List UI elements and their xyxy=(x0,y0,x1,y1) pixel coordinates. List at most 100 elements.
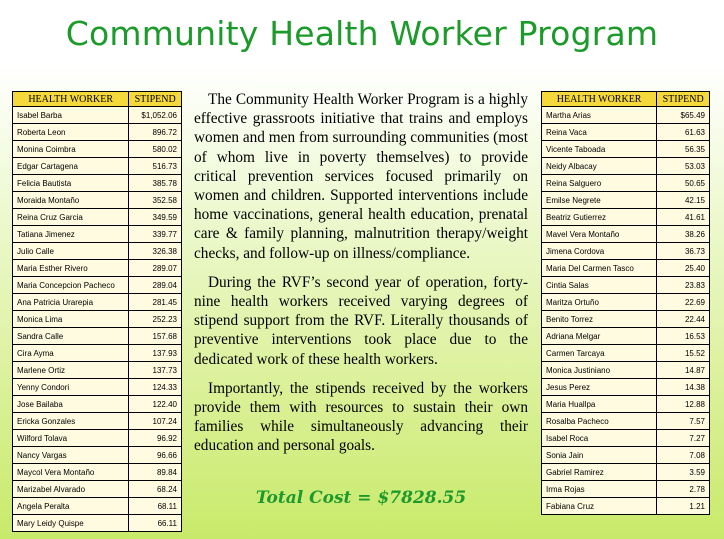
worker-stipend: 12.88 xyxy=(656,395,710,413)
worker-stipend: 137.73 xyxy=(128,361,182,379)
table-row: Moraida Montaño 352.58 xyxy=(11,191,182,209)
worker-name: Nancy Vargas xyxy=(11,446,130,464)
worker-name: Moraida Montaño xyxy=(11,191,130,209)
table-row: Jesus Perez 14.38 xyxy=(540,378,710,396)
stipend-table-right: HEALTH WORKER STIPEND Martha Arias $65.49… xyxy=(540,91,710,515)
worker-stipend: 326.38 xyxy=(128,242,182,260)
worker-name: Jimena Cordova xyxy=(540,242,658,260)
table-row: Angela Peralta 68.11 xyxy=(11,497,182,515)
table-row: Monica Lima 252.23 xyxy=(11,310,182,328)
worker-stipend: 14.87 xyxy=(656,361,710,379)
table-row: Sandra Calle 157.68 xyxy=(11,327,182,345)
worker-stipend: 157.68 xyxy=(128,327,182,345)
worker-name: Beatriz Gutierrez xyxy=(540,208,658,226)
table-row: Beatriz Gutierrez 41.61 xyxy=(540,208,710,226)
worker-stipend: 66.11 xyxy=(128,514,182,532)
worker-stipend: 289.07 xyxy=(128,259,182,277)
worker-stipend: 896.72 xyxy=(128,123,182,141)
table-row: Cira Ayma 137.93 xyxy=(11,344,182,362)
worker-name: Rosalba Pacheco xyxy=(540,412,658,430)
worker-stipend: 7.57 xyxy=(656,412,710,430)
table-row: Roberta Leon 896.72 xyxy=(11,123,182,141)
table-row: Nancy Vargas 96.66 xyxy=(11,446,182,464)
worker-stipend: 516.73 xyxy=(128,157,182,175)
table-row: Monica Justiniano 14.87 xyxy=(540,361,710,379)
worker-name: Angela Peralta xyxy=(11,497,130,515)
program-description: The Community Health Worker Program is a… xyxy=(194,90,528,466)
worker-stipend: 96.92 xyxy=(128,429,182,447)
table-row: Marizabel Alvarado 68.24 xyxy=(11,480,182,498)
column-header-stipend: STIPEND xyxy=(128,91,182,107)
worker-name: Marlene Ortiz xyxy=(11,361,130,379)
table-row: Marlene Ortiz 137.73 xyxy=(11,361,182,379)
worker-stipend: 124.33 xyxy=(128,378,182,396)
worker-name: Julio Calle xyxy=(11,242,130,260)
worker-name: Ana Patricia Urarepia xyxy=(11,293,130,311)
paragraph-stipends: Importantly, the stipends received by th… xyxy=(194,379,528,455)
worker-stipend: 96.66 xyxy=(128,446,182,464)
worker-stipend: 22.44 xyxy=(656,310,710,328)
table-row: Vicente Taboada 56.35 xyxy=(540,140,710,158)
table-row: Maria Del Carmen Tasco 25.40 xyxy=(540,259,710,277)
worker-stipend: 281.45 xyxy=(128,293,182,311)
worker-name: Maria Huallpa xyxy=(540,395,658,413)
worker-stipend: 61.63 xyxy=(656,123,710,141)
worker-stipend: 68.24 xyxy=(128,480,182,498)
worker-stipend: $65.49 xyxy=(656,106,710,124)
worker-name: Cira Ayma xyxy=(11,344,130,362)
table-row: Tatiana Jimenez 339.77 xyxy=(11,225,182,243)
worker-stipend: 41.61 xyxy=(656,208,710,226)
table-row: Reina Vaca 61.63 xyxy=(540,123,710,141)
table-row: Rosalba Pacheco 7.57 xyxy=(540,412,710,430)
worker-name: Edgar Cartagena xyxy=(11,157,130,175)
table-row: Irma Rojas 2.78 xyxy=(540,480,710,498)
worker-stipend: 252.23 xyxy=(128,310,182,328)
worker-name: Fabiana Cruz xyxy=(540,497,658,515)
table-row: Carmen Tarcaya 15.52 xyxy=(540,344,710,362)
table-row: Isabel Barba $1,052.06 xyxy=(11,106,182,124)
table-row: Maritza Ortuño 22.69 xyxy=(540,293,710,311)
worker-stipend: 53.03 xyxy=(656,157,710,175)
column-header-worker: HEALTH WORKER xyxy=(540,91,658,107)
worker-name: Monica Lima xyxy=(11,310,130,328)
table-row: Fabiana Cruz 1.21 xyxy=(540,497,710,515)
worker-name: Neidy Albacay xyxy=(540,157,658,175)
table-row: Yenny Condori 124.33 xyxy=(11,378,182,396)
table-row: Ana Patricia Urarepia 281.45 xyxy=(11,293,182,311)
worker-stipend: 107.24 xyxy=(128,412,182,430)
worker-name: Monina Coimbra xyxy=(11,140,130,158)
worker-stipend: 50.65 xyxy=(656,174,710,192)
worker-name: Isabel Barba xyxy=(11,106,130,124)
worker-name: Benito Torrez xyxy=(540,310,658,328)
column-header-stipend: STIPEND xyxy=(656,91,710,107)
worker-name: Tatiana Jimenez xyxy=(11,225,130,243)
total-cost: Total Cost = $7828.55 xyxy=(255,488,467,508)
worker-stipend: 2.78 xyxy=(656,480,710,498)
worker-stipend: 25.40 xyxy=(656,259,710,277)
worker-stipend: 122.40 xyxy=(128,395,182,413)
worker-name: Vicente Taboada xyxy=(540,140,658,158)
worker-name: Reina Vaca xyxy=(540,123,658,141)
worker-name: Felicia Bautista xyxy=(11,174,130,192)
worker-name: Martha Arias xyxy=(540,106,658,124)
worker-stipend: 89.84 xyxy=(128,463,182,481)
worker-stipend: 349.59 xyxy=(128,208,182,226)
table-row: Neidy Albacay 53.03 xyxy=(540,157,710,175)
worker-name: Reina Salguero xyxy=(540,174,658,192)
worker-stipend: 385.78 xyxy=(128,174,182,192)
table-row: Martha Arias $65.49 xyxy=(540,106,710,124)
table-row: Reina Salguero 50.65 xyxy=(540,174,710,192)
worker-name: Carmen Tarcaya xyxy=(540,344,658,362)
table-row: Monina Coimbra 580.02 xyxy=(11,140,182,158)
worker-name: Mary Leidy Quispe xyxy=(11,514,130,532)
table-row: Emilse Negrete 42.15 xyxy=(540,191,710,209)
table-row: Jose Bailaba 122.40 xyxy=(11,395,182,413)
worker-stipend: 22.69 xyxy=(656,293,710,311)
paragraph-intro: The Community Health Worker Program is a… xyxy=(194,91,528,262)
worker-stipend: 1.21 xyxy=(656,497,710,515)
worker-stipend: 7.27 xyxy=(656,429,710,447)
table-row: Edgar Cartagena 516.73 xyxy=(11,157,182,175)
worker-name: Maycol Vera Montaño xyxy=(11,463,130,481)
worker-name: Monica Justiniano xyxy=(540,361,658,379)
table-row: Maria Esther Rivero 289.07 xyxy=(11,259,182,277)
